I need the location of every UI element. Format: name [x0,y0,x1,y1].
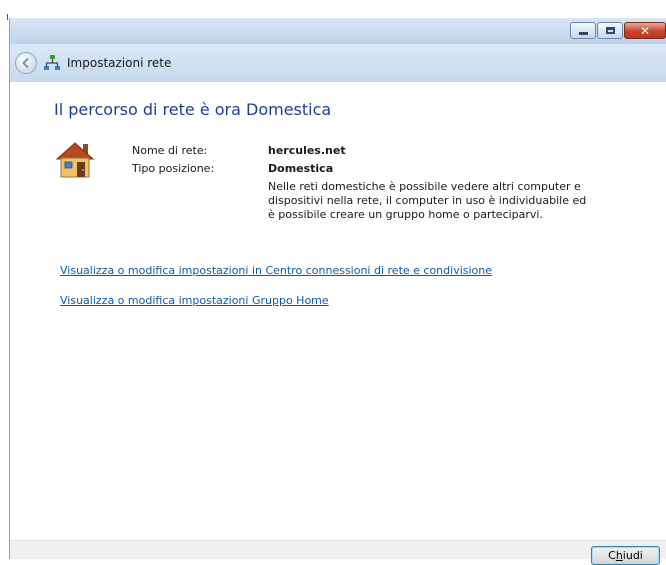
minimize-button[interactable] [570,22,596,39]
page-heading: Il percorso di rete è ora Domestica [54,100,332,119]
desktop-edge-mark [7,14,8,20]
maximize-icon [605,27,615,34]
homegroup-link[interactable]: Visualizza o modifica impostazioni Grupp… [60,294,329,307]
close-label-suffix: iudi [622,549,643,562]
network-name-value: hercules.net [268,144,346,157]
dialog-footer: Ch iudi [10,540,666,565]
window-title: Impostazioni rete [67,56,172,70]
back-button[interactable] [15,52,37,74]
caption-buttons: ✕ [569,22,666,39]
network-center-link[interactable]: Visualizza o modifica impostazioni in Ce… [60,264,492,277]
network-icon [44,55,60,70]
location-type-value: Domestica [268,162,334,175]
close-label-accesskey: h [615,549,623,562]
navigation-bar: Impostazioni rete [10,44,666,83]
close-label-prefix: C [608,549,616,562]
maximize-button[interactable] [597,22,623,39]
close-icon: ✕ [639,23,651,38]
house-icon [55,142,95,178]
close-button[interactable]: Ch iudi [591,546,660,565]
location-type-label: Tipo posizione: [132,162,215,175]
title-bar[interactable]: ✕ [10,18,666,44]
location-description: Nelle reti domestiche è possibile vedere… [268,180,587,221]
back-arrow-icon [22,58,29,68]
content-area: Il percorso di rete è ora Domestica Nome… [10,82,666,540]
minimize-icon [578,32,588,35]
close-window-button[interactable]: ✕ [624,22,666,39]
network-name-label: Nome di rete: [132,144,208,157]
network-settings-window: ✕ Impostazioni rete Il percorso di rete … [9,18,666,565]
